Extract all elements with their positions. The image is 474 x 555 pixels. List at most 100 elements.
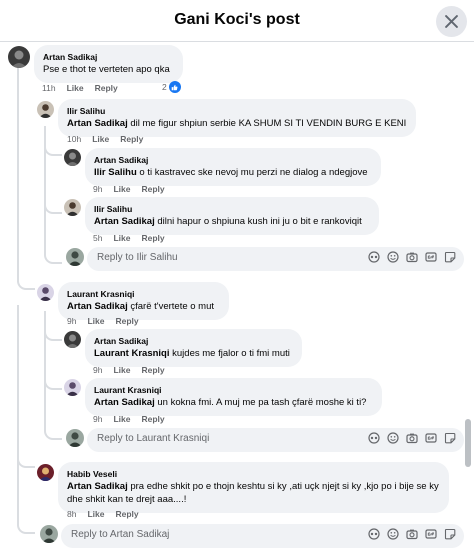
thread-connector [44, 328, 62, 341]
camera-icon[interactable] [406, 528, 418, 540]
comment-author[interactable]: Artan Sadikaj [94, 335, 293, 347]
mention-link[interactable]: Artan Sadikaj [94, 397, 155, 408]
comment-time[interactable]: 11h [42, 83, 56, 93]
thread-connector [44, 249, 62, 264]
comment-body: o ti kastravec ske nevoj mu perzi ne dia… [139, 167, 368, 178]
like-button[interactable]: Like [113, 365, 130, 375]
like-button[interactable]: Like [113, 414, 130, 424]
comment-time[interactable]: 10h [67, 134, 81, 144]
gif-icon[interactable] [425, 251, 437, 263]
emoji-icon[interactable] [387, 251, 399, 263]
like-button[interactable]: Like [87, 316, 104, 326]
mention-link[interactable]: Laurant Krasniqi [94, 348, 170, 359]
mention-link[interactable]: Artan Sadikaj [94, 216, 155, 227]
mention-link[interactable]: Artan Sadikaj [67, 118, 128, 129]
comment-actions: 5h Like Reply [93, 233, 165, 243]
gif-icon[interactable] [425, 528, 437, 540]
like-button[interactable]: Like [113, 233, 130, 243]
thread-connector [44, 142, 62, 156]
current-user-avatar[interactable] [40, 525, 58, 543]
comment-bubble: Ilir Salihu Artan Sadikaj dil me figur s… [58, 99, 416, 137]
camera-icon[interactable] [406, 432, 418, 444]
avatar-sticker-icon[interactable] [368, 251, 380, 263]
comment-time[interactable]: 8h [67, 509, 76, 519]
comment-author[interactable]: Habib Veseli [67, 468, 440, 480]
reply-button[interactable]: Reply [141, 365, 164, 375]
reply-input[interactable]: Reply to Artan Sadikaj [61, 524, 464, 548]
reply-button[interactable]: Reply [141, 414, 164, 424]
mention-link[interactable]: Ilir Salihu [94, 167, 137, 178]
composer-tools [368, 251, 456, 263]
reply-button[interactable]: Reply [141, 184, 164, 194]
avatar[interactable] [37, 284, 54, 301]
comment-actions: 11h Like Reply [42, 83, 118, 93]
comment-bubble: Laurant Krasniqi Artan Sadikaj çfarë t'v… [58, 282, 229, 320]
avatar[interactable] [8, 46, 30, 68]
comment-time[interactable]: 9h [67, 316, 76, 326]
gif-icon[interactable] [425, 432, 437, 444]
sticker-icon[interactable] [444, 432, 456, 444]
avatar[interactable] [64, 379, 81, 396]
camera-icon[interactable] [406, 251, 418, 263]
current-user-avatar[interactable] [66, 429, 84, 447]
comment-text: Laurant Krasniqi kujdes me fjalor o ti f… [94, 347, 293, 360]
composer-tools [368, 432, 456, 444]
reply-input[interactable]: Reply to Ilir Salihu [87, 247, 464, 271]
avatar[interactable] [64, 199, 81, 216]
avatar[interactable] [64, 331, 81, 348]
comment-actions: 8h Like Reply [67, 509, 139, 519]
comment-bubble: Artan Sadikaj Pse e thot te verteten apo… [34, 45, 183, 83]
emoji-icon[interactable] [387, 528, 399, 540]
mention-link[interactable]: Artan Sadikaj [67, 301, 128, 312]
comment-author[interactable]: Laurant Krasniqi [94, 384, 373, 396]
comment-bubble: Laurant Krasniqi Artan Sadikaj un kokna … [85, 378, 382, 416]
comment-author[interactable]: Laurant Krasniqi [67, 288, 220, 300]
reaction-count[interactable]: 2 [162, 81, 181, 93]
comment-author[interactable]: Artan Sadikaj [43, 51, 174, 63]
comment-text: Artan Sadikaj pra edhe shkit po e thojn … [67, 480, 440, 506]
thread-line [17, 68, 19, 282]
like-button[interactable]: Like [87, 509, 104, 519]
sticker-icon[interactable] [444, 251, 456, 263]
avatar[interactable] [64, 149, 81, 166]
comment-author[interactable]: Ilir Salihu [67, 105, 407, 117]
avatar[interactable] [37, 101, 54, 118]
comment-body: dilni hapur o shpiuna kush ini ju o bit … [157, 216, 362, 227]
comment-time[interactable]: 9h [93, 414, 102, 424]
comment-author[interactable]: Ilir Salihu [94, 203, 370, 215]
emoji-icon[interactable] [387, 432, 399, 444]
avatar[interactable] [37, 464, 54, 481]
composer-tools [368, 528, 456, 540]
comment-text: Artan Sadikaj dil me figur shpiun serbie… [67, 117, 407, 130]
sticker-icon[interactable] [444, 528, 456, 540]
thread-connector [44, 200, 62, 214]
reply-input[interactable]: Reply to Laurant Krasniqi [87, 428, 464, 452]
reply-button[interactable]: Reply [141, 233, 164, 243]
comment-text: Artan Sadikaj un kokna fmi. A muj me pa … [94, 396, 373, 409]
thread-connector [44, 377, 62, 390]
comment-text: Ilir Salihu o ti kastravec ske nevoj mu … [94, 166, 372, 179]
like-button[interactable]: Like [113, 184, 130, 194]
current-user-avatar[interactable] [66, 248, 84, 266]
scrollbar-thumb[interactable] [465, 419, 471, 467]
avatar-sticker-icon[interactable] [368, 528, 380, 540]
comment-time[interactable]: 9h [93, 365, 102, 375]
comments-feed[interactable]: Artan Sadikaj Pse e thot te verteten apo… [0, 43, 474, 555]
like-button[interactable]: Like [92, 134, 109, 144]
comment-time[interactable]: 5h [93, 233, 102, 243]
close-button[interactable] [436, 6, 467, 37]
mention-link[interactable]: Artan Sadikaj [67, 481, 128, 492]
reply-button[interactable]: Reply [95, 83, 118, 93]
reply-input-placeholder: Reply to Artan Sadikaj [71, 529, 170, 540]
comment-text: Artan Sadikaj çfarë t'vertete o mut [67, 300, 220, 313]
like-reaction-icon [168, 81, 181, 93]
reply-button[interactable]: Reply [115, 509, 138, 519]
thread-line [17, 305, 19, 519]
comment-author[interactable]: Artan Sadikaj [94, 154, 372, 166]
avatar-sticker-icon[interactable] [368, 432, 380, 444]
comment-time[interactable]: 9h [93, 184, 102, 194]
comment-body: kujdes me fjalor o ti fmi muti [172, 348, 290, 359]
like-button[interactable]: Like [67, 83, 84, 93]
reply-button[interactable]: Reply [120, 134, 143, 144]
reply-button[interactable]: Reply [115, 316, 138, 326]
